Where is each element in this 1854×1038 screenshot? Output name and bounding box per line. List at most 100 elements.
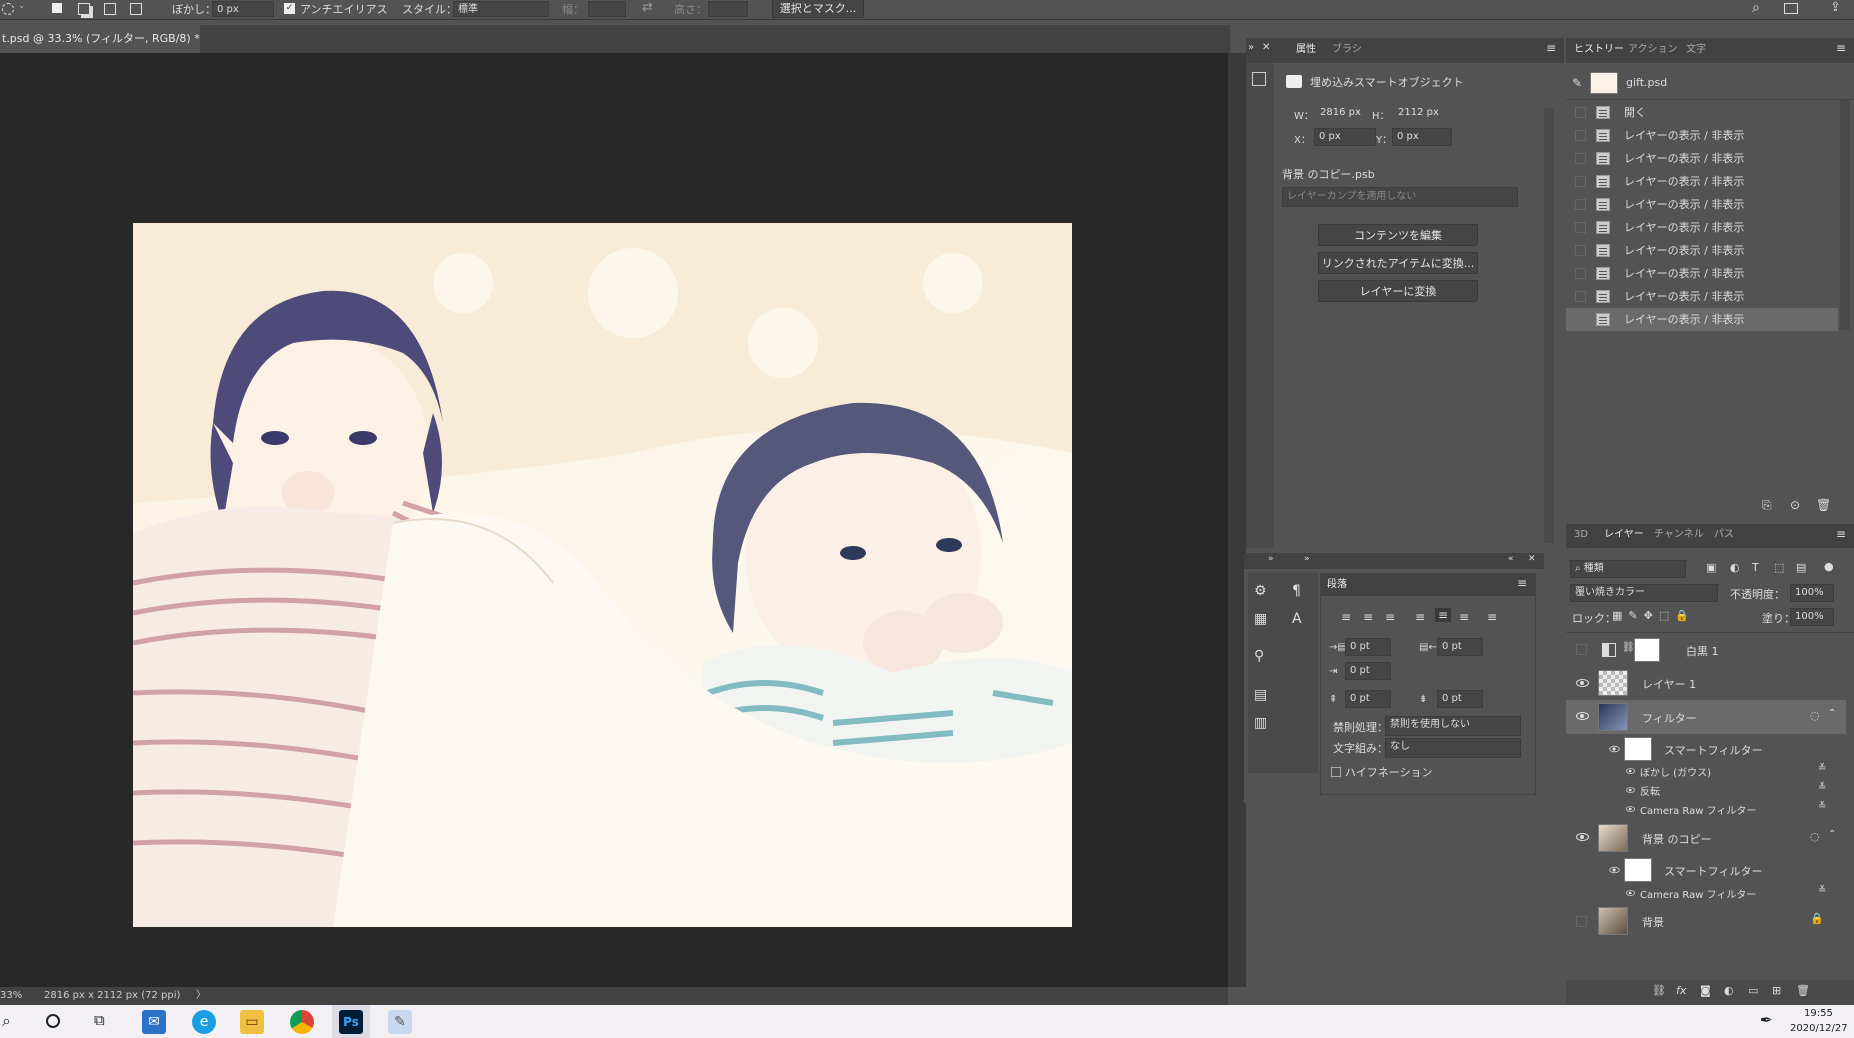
filter-pixel-icon[interactable]: ▣ [1706,561,1716,574]
trash-icon[interactable]: 🗑 [1816,498,1831,512]
eye-icon[interactable] [1625,787,1636,793]
pen-icon[interactable]: ✒ [1760,1011,1773,1029]
smart-filter-row[interactable]: スマートフィルター [1566,736,1846,762]
tab-channels[interactable]: チャンネル [1654,525,1704,545]
camera-icon[interactable]: ⊙ [1790,498,1800,512]
link-layers-icon[interactable]: ⛓ [1652,984,1666,997]
filter-type-icon[interactable]: T [1752,561,1759,574]
layer-row-bg-copy[interactable]: 背景 のコピー ◌ ⌃ [1566,821,1846,855]
filter-effect-row[interactable]: ぼかし (ガウス) ≚ [1566,762,1846,780]
delete-layer-icon[interactable]: 🗑 [1796,984,1810,997]
canvas-workspace[interactable] [0,53,1228,987]
paragraph-icon[interactable]: ¶ [1292,583,1301,599]
justify-all-icon[interactable]: ≡ [1487,610,1497,624]
layer-row-background[interactable]: 背景 🔒 [1566,904,1846,938]
properties-icon[interactable] [1252,72,1266,86]
paint-icon[interactable]: ✎ [388,1010,412,1034]
smart-filter-row[interactable]: スマートフィルター [1566,857,1846,883]
filter-effect-row[interactable]: Camera Raw フィルター ≚ [1566,884,1846,902]
tab-character[interactable]: 文字 [1686,40,1706,60]
table-icon[interactable]: ▦ [1254,611,1267,627]
history-item[interactable]: レイヤーの表示 / 非表示 [1566,170,1838,193]
layer-row-bw[interactable]: ⛓ 白黒 1 [1566,634,1846,666]
snapshot-name[interactable]: gift.psd [1626,76,1667,89]
filter-smart-icon[interactable]: ▤ [1796,561,1806,574]
blending-options-icon[interactable]: ≚ [1818,801,1826,812]
workspace-icon[interactable] [1784,3,1798,14]
lock-icons[interactable]: ▦✎✥⬚🔒 [1612,609,1695,622]
visibility-toggle-off[interactable] [1576,916,1587,927]
add-selection-icon[interactable] [78,3,90,15]
paragraph-menu-icon[interactable]: ≡ [1517,576,1527,590]
character-icon[interactable]: A [1292,611,1302,627]
eye-icon[interactable] [1576,712,1589,720]
justify-center-icon[interactable]: ≡ [1435,608,1452,622]
history-item[interactable]: レイヤーの表示 / 非表示 [1566,124,1838,147]
feather-input[interactable]: 0 px [212,1,274,17]
align-center-icon[interactable]: ≡ [1363,610,1373,624]
glyphs-icon[interactable]: ▤ [1254,687,1267,703]
file-explorer-icon[interactable]: ▭ [240,1010,264,1034]
justify-right-icon[interactable]: ≡ [1459,610,1469,624]
visibility-toggle-off[interactable] [1576,644,1587,655]
new-layer-icon[interactable]: ⊞ [1772,984,1781,997]
select-and-mask-button[interactable]: 選択とマスク... [772,0,864,18]
width-input[interactable] [588,1,626,17]
tab-layers[interactable]: レイヤー [1604,525,1644,545]
kinsoku-select[interactable]: 禁則を使用しない [1385,716,1521,736]
tab-history[interactable]: ヒストリー [1574,40,1624,60]
layers-menu-icon[interactable]: ≡ [1836,527,1846,541]
indent-right-input[interactable]: 0 pt [1437,638,1483,656]
tab-properties[interactable]: 属性 [1296,40,1316,60]
tab-brush[interactable]: ブラシ [1332,40,1362,60]
space-after-input[interactable]: 0 pt [1437,690,1483,708]
tab-paragraph[interactable]: 段落 [1327,575,1347,595]
photoshop-icon[interactable]: Ps [339,1010,363,1034]
document-tab[interactable]: t.psd @ 33.3% (フィルター, RGB/8) * × [0,25,200,73]
align-left-icon[interactable]: ≡ [1341,610,1351,624]
workspace-vertical-scrollbar[interactable] [1228,53,1246,987]
share-icon[interactable]: ⇪ [1830,0,1841,15]
new-document-icon[interactable]: ⎘ [1762,498,1772,513]
canvas-image[interactable] [133,223,1072,927]
filter-shape-icon[interactable]: ⬚ [1774,561,1784,574]
zoom-level[interactable]: 33% [0,987,22,1005]
history-item[interactable]: レイヤーの表示 / 非表示 [1566,216,1838,239]
tab-3d[interactable]: 3D [1574,525,1588,545]
history-brush-icon[interactable]: ✎ [1572,76,1582,90]
notes-icon[interactable]: ▥ [1254,715,1267,731]
chrome-icon[interactable] [290,1010,314,1034]
height-input[interactable] [708,1,748,17]
layer-row-layer1[interactable]: レイヤー 1 [1566,667,1846,699]
edit-contents-button[interactable]: コンテンツを編集 [1318,224,1478,246]
tab-paths[interactable]: パス [1714,525,1734,545]
convert-to-linked-button[interactable]: リンクされたアイテムに変換... [1318,252,1478,274]
history-item[interactable]: レイヤーの表示 / 非表示 [1566,147,1838,170]
eye-icon[interactable] [1625,890,1636,896]
eye-icon[interactable] [1609,745,1620,753]
indent-first-input[interactable]: 0 pt [1345,662,1391,680]
adjustment-layer-icon[interactable]: ◐ [1724,984,1734,997]
mojikumi-select[interactable]: なし [1385,738,1521,758]
justify-left-icon[interactable]: ≡ [1415,610,1425,624]
history-item[interactable]: レイヤーの表示 / 非表示 [1566,193,1838,216]
history-item-selected[interactable]: レイヤーの表示 / 非表示 [1566,308,1838,331]
3d-icon[interactable]: ⚙ [1254,583,1267,599]
space-before-input[interactable]: 0 pt [1345,690,1391,708]
history-item[interactable]: 開く [1566,101,1838,124]
blend-mode-select[interactable]: 覆い焼きカラー [1570,584,1718,602]
clock-time[interactable]: 19:55 [1804,1008,1833,1019]
clock-date[interactable]: 2020/12/27 [1790,1023,1848,1034]
hyphenation-checkbox[interactable] [1331,767,1341,777]
eye-icon[interactable] [1625,806,1636,812]
close-panel-icon[interactable]: ✕ [1262,42,1270,53]
history-menu-icon[interactable]: ≡ [1836,41,1846,55]
eye-icon[interactable] [1576,679,1589,687]
filter-toggle-icon[interactable]: ● [1824,560,1834,573]
x-input[interactable]: 0 px [1314,128,1376,146]
layer-comp-select[interactable]: レイヤーカンプを適用しない [1282,187,1518,207]
style-select[interactable]: 標準 [453,1,549,17]
indent-left-input[interactable]: 0 pt [1345,638,1391,656]
layer-filter-select[interactable]: ⌕ 種類 [1570,560,1686,578]
eye-icon[interactable] [1576,833,1589,841]
